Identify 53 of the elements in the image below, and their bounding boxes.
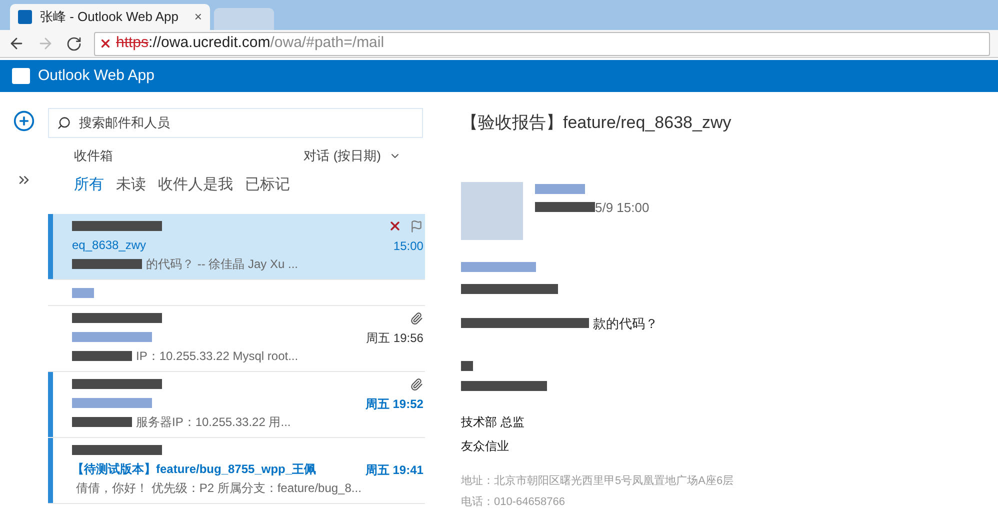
message-item[interactable]: 服务器IP：10.255.33.22 用... 周五 19:52 (48, 372, 425, 438)
footer-line: 电话：010-64658766 (461, 494, 566, 510)
redacted-text (72, 259, 142, 269)
tab-close[interactable]: × (194, 7, 202, 27)
redacted-text (72, 288, 94, 298)
redacted-text (535, 184, 585, 194)
back-icon[interactable] (8, 35, 25, 52)
message-time: 周五 19:52 (365, 396, 424, 413)
url-host: ://owa.ucredit.com (148, 33, 270, 54)
flag-icon[interactable] (410, 220, 424, 232)
unread-bar (48, 214, 53, 279)
filter-tab[interactable]: 所有 (74, 174, 104, 196)
redacted-text (72, 417, 132, 427)
message-preview: IP：10.255.33.22 Mysql root... (136, 348, 298, 365)
new-mail-icon[interactable] (13, 110, 35, 132)
search-input[interactable]: 搜索邮件和人员 (79, 113, 414, 133)
browser-tab[interactable]: 张峰 - Outlook Web App × (10, 4, 210, 30)
filter-tab[interactable]: 收件人是我 (158, 174, 233, 196)
message-subject: eq_8638_zwy (72, 237, 146, 254)
footer-line: 地址：北京市朝阳区曙光西里甲5号凤凰置地广场A座6层 (461, 474, 735, 489)
body-text: 款的代码？ (593, 314, 658, 332)
signature-line: 技术部 总监 (461, 414, 526, 431)
redacted-text (72, 351, 132, 361)
message-item[interactable]: 【待测试版本】feature/bug_8755_wpp_王佩 倩倩，你好！ 优先级：P2 所属分支：feature/bug_8... 周五 19:41 (48, 438, 425, 504)
avatar-placeholder (461, 182, 523, 240)
paperclip-icon (410, 378, 424, 390)
filter-tab[interactable]: 已标记 (245, 174, 290, 196)
message-time: 周五 19:41 (365, 462, 424, 479)
paperclip-icon (410, 312, 424, 324)
search-icon (57, 116, 71, 130)
url-scheme: https (116, 33, 149, 54)
message-preview: 的代码？ -- 徐佳晶 Jay Xu ... (146, 256, 298, 273)
message-subject: 【待测试版本】feature/bug_8755_wpp_王佩 (72, 461, 316, 478)
message-date: 5/9 15:00 (595, 198, 650, 216)
redacted-text (461, 361, 473, 371)
message-preview: 倩倩，你好！ 优先级：P2 所属分支：feature/bug_8... (76, 480, 362, 497)
tab-title: 张峰 - Outlook Web App (40, 8, 180, 26)
app-title: Outlook Web App (38, 66, 154, 86)
folder-name: 收件箱 (74, 147, 113, 165)
message-time: 周五 19:56 (366, 330, 424, 347)
delete-icon[interactable] (388, 219, 402, 233)
reload-icon[interactable] (66, 36, 82, 52)
sort-dropdown[interactable]: 对话 (按日期) (304, 146, 401, 166)
reading-subject: 【验收报告】feature/req_8638_zwy (461, 112, 732, 134)
url-path: /owa/#path=/mail (270, 33, 384, 54)
search-field[interactable]: 搜索邮件和人员 (48, 108, 423, 138)
filter-tab[interactable]: 未读 (116, 174, 146, 196)
redacted-text (535, 202, 595, 212)
message-time: 15:00 (393, 238, 424, 255)
signature-line: 友众信业 (461, 438, 510, 455)
message-preview: 服务器IP：10.255.33.22 用... (136, 414, 291, 431)
message-item[interactable]: eq_8638_zwy 的代码？ -- 徐佳晶 Jay Xu ... 15:00 (48, 214, 425, 280)
address-bar[interactable]: https://owa.ucredit.com/owa/#path=/mail (94, 32, 990, 56)
